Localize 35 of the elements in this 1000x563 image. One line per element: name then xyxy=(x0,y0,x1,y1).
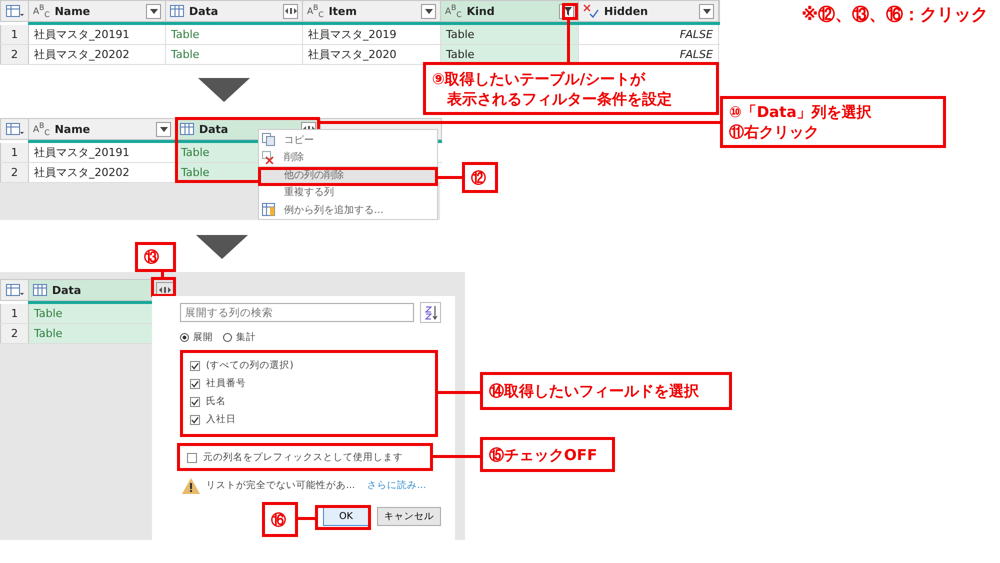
table-cell: Table xyxy=(166,25,303,44)
table-cell: Table xyxy=(441,25,579,44)
column-name: Name xyxy=(54,4,92,18)
callout-text: ⑬ xyxy=(144,247,160,267)
column-name: Data xyxy=(52,284,82,296)
column-name: Data xyxy=(189,4,220,18)
callout-text: ⑩「Data」列を選択 xyxy=(729,102,873,122)
row-number: 1 xyxy=(0,304,29,323)
row-number: 2 xyxy=(0,324,29,343)
column-name: Name xyxy=(54,122,92,136)
table-cell: 社員マスタ_20191 xyxy=(29,143,176,162)
callout-text: 表示されるフィルター条件を設定 xyxy=(446,88,673,108)
table-cell: Table xyxy=(29,324,153,343)
row-number: 2 xyxy=(0,45,29,64)
table-cell: Table xyxy=(166,45,303,64)
row-number: 1 xyxy=(0,25,29,44)
callout-text: ⑮チェックOFF xyxy=(489,444,598,464)
row-number: 2 xyxy=(0,163,29,182)
warning-text: リストが完全でない可能性があ... xyxy=(206,480,356,492)
callout-text: ⑯ xyxy=(271,510,287,530)
column-name: Item xyxy=(328,4,358,18)
column-name: Hidden xyxy=(604,4,650,18)
table-cell: 社員マスタ_20191 xyxy=(29,25,166,44)
table-cell: Table xyxy=(29,304,153,323)
click-note: ※⑫、⑬、⑯：クリック xyxy=(801,4,988,26)
table-cell: 社員マスタ_20202 xyxy=(29,45,166,64)
callout-text: ⑪右クリック xyxy=(729,122,820,142)
callout-text: ⑫ xyxy=(471,168,487,188)
table-cell: 社員マスタ_20202 xyxy=(29,163,176,182)
callout-text: ⑨取得したいテーブル/シートが xyxy=(432,68,646,88)
row-number: 1 xyxy=(0,143,29,162)
callout-text: ⑭取得したいフィールドを選択 xyxy=(489,381,700,401)
column-name: Data xyxy=(199,122,230,136)
column-name: Kind xyxy=(466,4,496,18)
table-cell: FALSE xyxy=(579,25,719,44)
